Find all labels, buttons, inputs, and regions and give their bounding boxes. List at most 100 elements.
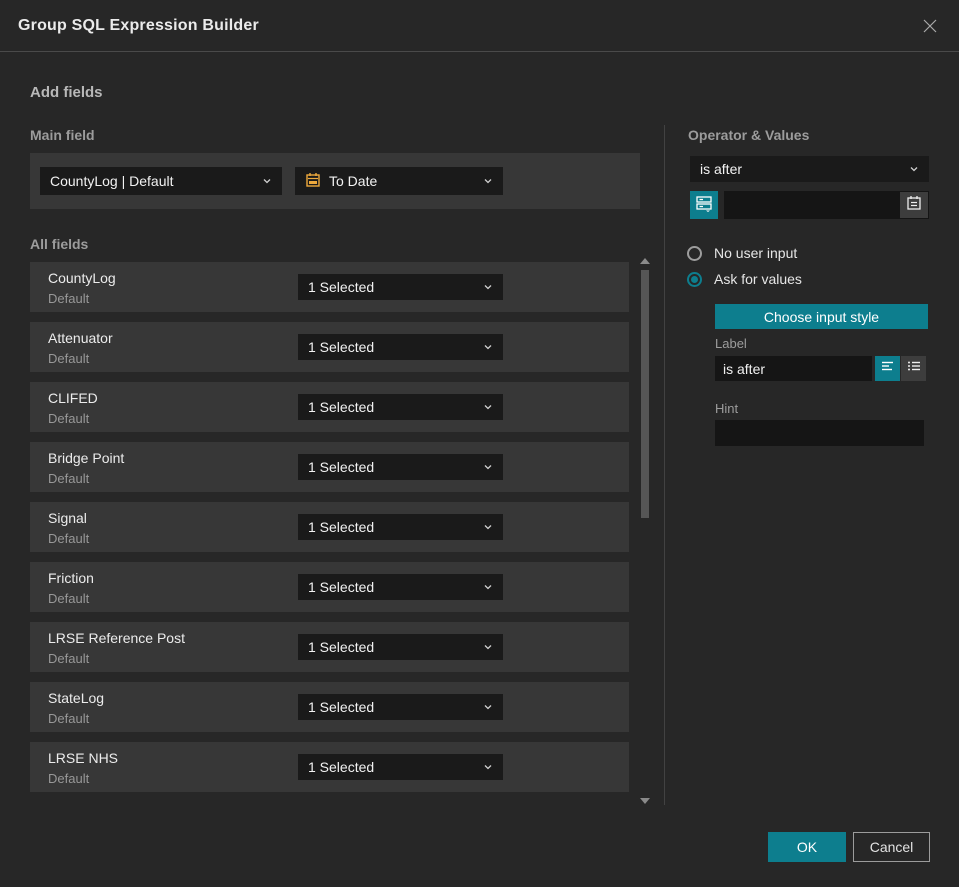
chevron-down-icon: [483, 462, 493, 472]
field-subtitle: Default: [48, 651, 90, 666]
chevron-down-icon: [483, 522, 493, 532]
label-input[interactable]: [715, 356, 872, 381]
field-subtitle: Default: [48, 471, 90, 486]
chevron-down-icon: [909, 164, 919, 174]
field-row: StateLog Default 1 Selected: [30, 682, 629, 732]
field-name: CLIFED: [48, 390, 98, 406]
label-caption: Label: [715, 336, 747, 351]
field-subtitle: Default: [48, 411, 90, 426]
all-fields-list: CountyLog Default 1 Selected Attenuator …: [30, 262, 629, 792]
field-selection-dropdown[interactable]: 1 Selected: [298, 394, 503, 420]
field-selection-dropdown[interactable]: 1 Selected: [298, 754, 503, 780]
field-selection-dropdown[interactable]: 1 Selected: [298, 454, 503, 480]
chevron-down-icon: [483, 342, 493, 352]
operator-select-value: is after: [700, 161, 743, 177]
date-type-select-value: To Date: [329, 173, 378, 189]
field-row: CountyLog Default 1 Selected: [30, 262, 629, 312]
field-selection-dropdown[interactable]: 1 Selected: [298, 694, 503, 720]
field-name: Signal: [48, 510, 87, 526]
value-input[interactable]: [724, 191, 929, 219]
scrollbar[interactable]: [637, 256, 651, 806]
main-field-select[interactable]: CountyLog | Default: [40, 167, 282, 195]
field-name: Friction: [48, 570, 94, 586]
ok-button[interactable]: OK: [768, 832, 846, 862]
all-fields-heading: All fields: [30, 236, 89, 252]
date-picker-button[interactable]: [900, 192, 928, 218]
field-selection-value: 1 Selected: [308, 459, 375, 475]
chevron-down-icon: [262, 176, 272, 186]
field-selection-value: 1 Selected: [308, 399, 375, 415]
list-input-style-button[interactable]: [901, 356, 926, 381]
add-fields-heading: Add fields: [30, 84, 103, 101]
radio-no-user-input-label: No user input: [714, 245, 798, 261]
field-name: Attenuator: [48, 330, 113, 346]
field-selection-dropdown[interactable]: 1 Selected: [298, 514, 503, 540]
field-selection-dropdown[interactable]: 1 Selected: [298, 574, 503, 600]
calendar-icon: [906, 195, 922, 216]
field-name: StateLog: [48, 690, 105, 706]
field-subtitle: Default: [48, 771, 90, 786]
field-subtitle: Default: [48, 291, 90, 306]
field-selection-value: 1 Selected: [308, 339, 375, 355]
list-icon: [907, 359, 921, 378]
chevron-down-icon: [483, 176, 493, 186]
field-name: CountyLog: [48, 270, 116, 286]
dialog-titlebar: Group SQL Expression Builder: [0, 0, 959, 52]
scrollbar-up-arrow-icon[interactable]: [640, 258, 650, 264]
chevron-down-icon: [483, 702, 493, 712]
field-subtitle: Default: [48, 591, 90, 606]
panel-divider: [664, 125, 665, 805]
text-input-style-button[interactable]: [875, 356, 900, 381]
close-icon[interactable]: [919, 15, 941, 37]
field-selection-dropdown[interactable]: 1 Selected: [298, 634, 503, 660]
field-row: Bridge Point Default 1 Selected: [30, 442, 629, 492]
field-row: Attenuator Default 1 Selected: [30, 322, 629, 372]
operator-values-heading: Operator & Values: [688, 127, 810, 143]
field-subtitle: Default: [48, 351, 90, 366]
hint-input[interactable]: [715, 420, 924, 446]
field-selection-value: 1 Selected: [308, 759, 375, 775]
align-left-icon: [881, 359, 895, 378]
chevron-down-icon: [483, 282, 493, 292]
radio-circle-selected-icon: [687, 271, 702, 287]
field-selection-value: 1 Selected: [308, 639, 375, 655]
field-subtitle: Default: [48, 531, 90, 546]
main-field-select-value: CountyLog | Default: [50, 173, 174, 189]
field-selection-value: 1 Selected: [308, 579, 375, 595]
radio-no-user-input[interactable]: No user input: [687, 245, 797, 261]
field-subtitle: Default: [48, 711, 90, 726]
date-type-select[interactable]: To Date: [295, 167, 503, 195]
calendar-icon: [305, 172, 321, 191]
field-name: LRSE Reference Post: [48, 630, 185, 646]
choose-input-style-button[interactable]: Choose input style: [715, 304, 928, 329]
field-selection-value: 1 Selected: [308, 279, 375, 295]
chevron-down-icon: [483, 642, 493, 652]
main-field-panel: CountyLog | Default To Date: [30, 153, 640, 209]
dialog-title: Group SQL Expression Builder: [18, 16, 259, 34]
field-selection-dropdown[interactable]: 1 Selected: [298, 334, 503, 360]
chevron-down-icon: [483, 762, 493, 772]
scrollbar-thumb[interactable]: [641, 270, 649, 518]
radio-ask-for-values[interactable]: Ask for values: [687, 271, 802, 287]
switch-input-type-button[interactable]: [690, 191, 718, 219]
chevron-down-icon: [483, 402, 493, 412]
field-row: LRSE NHS Default 1 Selected: [30, 742, 629, 792]
hint-caption: Hint: [715, 401, 739, 416]
field-name: LRSE NHS: [48, 750, 119, 766]
radio-circle-icon: [687, 245, 702, 261]
chevron-down-icon: [483, 582, 493, 592]
operator-select[interactable]: is after: [690, 156, 929, 182]
stacked-values-icon: [695, 194, 713, 217]
cancel-button[interactable]: Cancel: [853, 832, 930, 862]
scrollbar-down-arrow-icon[interactable]: [640, 798, 650, 804]
field-row: Signal Default 1 Selected: [30, 502, 629, 552]
field-selection-value: 1 Selected: [308, 519, 375, 535]
field-row: Friction Default 1 Selected: [30, 562, 629, 612]
main-field-heading: Main field: [30, 127, 95, 143]
field-selection-dropdown[interactable]: 1 Selected: [298, 274, 503, 300]
radio-ask-for-values-label: Ask for values: [714, 271, 802, 287]
field-name: Bridge Point: [48, 450, 125, 466]
field-row: LRSE Reference Post Default 1 Selected: [30, 622, 629, 672]
field-selection-value: 1 Selected: [308, 699, 375, 715]
field-row: CLIFED Default 1 Selected: [30, 382, 629, 432]
